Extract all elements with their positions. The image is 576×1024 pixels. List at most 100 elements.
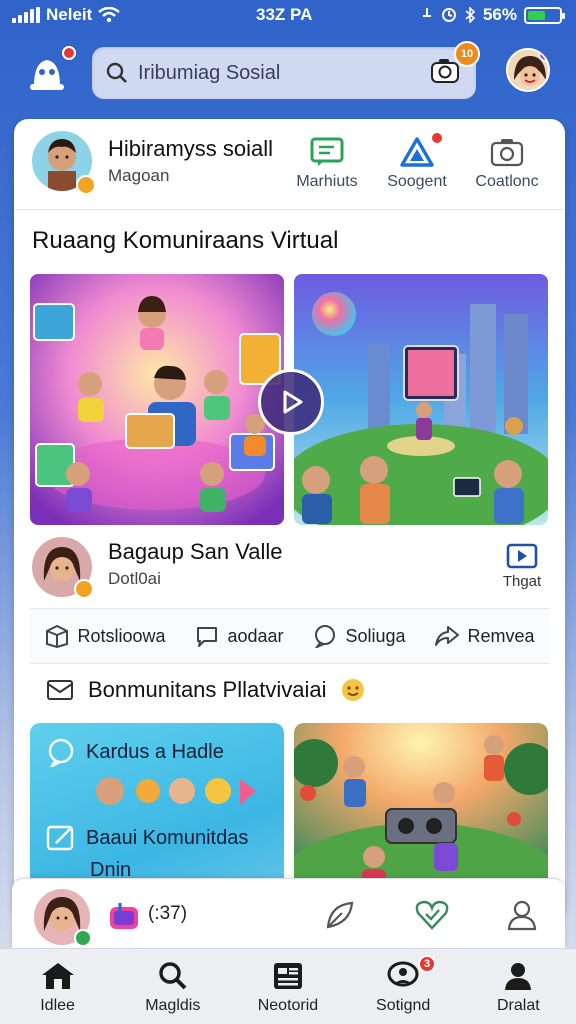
post-subtitle: Dotl0ai <box>108 569 161 588</box>
chat-bubble-icon <box>48 738 74 767</box>
nav-social-badge: 3 <box>418 955 437 973</box>
profile-avatar[interactable] <box>506 48 550 92</box>
person-icon <box>505 963 532 990</box>
mail-icon <box>47 680 73 700</box>
reaction-comment[interactable]: aodaar <box>194 624 284 648</box>
share-bubble-icon <box>315 625 336 648</box>
bluetooth-icon <box>465 7 476 23</box>
play-icon <box>283 390 303 414</box>
nav-label: Magldis <box>145 997 201 1014</box>
composer-favorite-button[interactable] <box>414 899 450 936</box>
search-bar[interactable]: Iribumiag Sosial 10 <box>92 41 480 99</box>
status-right: 56% <box>420 5 565 25</box>
home-icon <box>41 963 74 989</box>
bottom-nav: Idlee Magldis Neotorid 3 Sotignd Dralat <box>0 948 576 1024</box>
nav-label: Neotorid <box>257 997 319 1014</box>
section2-title: Bonmunitans Pllatvivaiai <box>88 677 327 702</box>
verified-badge-icon <box>76 175 96 195</box>
camera-button[interactable]: 10 <box>430 41 480 89</box>
signal-icon <box>12 7 40 23</box>
box-icon <box>46 624 69 648</box>
city-illustration <box>294 274 548 525</box>
camera-badge: 10 <box>454 41 480 67</box>
reaction-share[interactable]: Remvea <box>434 624 535 648</box>
feather-icon <box>326 901 354 929</box>
clock: 33Z PA <box>256 5 313 24</box>
tile-line-1: Kardus a Hadle <box>46 737 224 767</box>
profile-actions: Marhiuts Soogent Coatlonc <box>282 131 552 191</box>
community-image-left[interactable] <box>30 274 284 525</box>
triangle-icon <box>400 137 434 167</box>
online-indicator-icon <box>74 929 92 947</box>
battery-icon <box>524 6 565 24</box>
composer-count: (:37) <box>148 903 188 924</box>
nav-label: Sotignd <box>376 997 431 1014</box>
pencil-icon <box>46 825 74 851</box>
reaction-label: Rotslioowa <box>77 625 166 646</box>
status-left: Neleit <box>12 5 121 25</box>
post-header: Bagaup San Valle Dotl0ai Thgat <box>32 535 552 599</box>
chat-icon <box>310 137 344 166</box>
action-label: Soogent <box>387 173 447 190</box>
action-badge <box>430 131 444 145</box>
ghost-icon <box>30 60 64 90</box>
action-segment[interactable]: Soogent <box>372 131 462 191</box>
composer-profile-button[interactable] <box>506 899 538 936</box>
nav-search[interactable]: Magldis <box>118 961 228 1015</box>
battery-fill <box>528 10 545 20</box>
reaction-reply[interactable]: Soliuga <box>312 624 406 648</box>
search-icon <box>106 62 127 83</box>
notification-badge <box>62 46 76 60</box>
post-verified-icon <box>74 579 94 599</box>
post-author: Bagaup San Valle <box>108 539 283 564</box>
wifi-icon <box>98 7 121 23</box>
chat-people-icon <box>387 961 419 987</box>
avatar-badge <box>538 50 548 62</box>
reaction-like[interactable]: Rotslioowa <box>44 624 166 648</box>
reaction-label: Remvea <box>467 625 535 646</box>
nav-label: Idlee <box>40 997 75 1014</box>
search-icon <box>159 962 187 990</box>
comment-icon <box>197 627 218 647</box>
nav-social[interactable]: 3 Sotignd <box>348 955 458 1015</box>
alarm-icon <box>422 8 431 17</box>
battery-percent: 56% <box>482 5 517 24</box>
profile-name: Hibiramyss soiall <box>108 136 274 161</box>
profile-subtitle: Magoan <box>108 166 170 185</box>
play-video-button[interactable] <box>258 369 324 435</box>
notifications-button[interactable] <box>22 46 76 94</box>
feed-card: Hibiramyss soiall Magoan Marhiuts Soogen… <box>14 119 565 919</box>
tile-line-2: Baaui Komunitdas <box>46 823 248 853</box>
community-image-right[interactable] <box>294 274 548 525</box>
reaction-label: Soliuga <box>345 625 406 646</box>
search-input[interactable]: Iribumiag Sosial <box>138 62 280 85</box>
action-creation[interactable]: Coatlonc <box>462 137 552 191</box>
action-label: Coatlonc <box>475 173 539 190</box>
person-outline-icon <box>507 900 537 931</box>
emoji-icon <box>342 679 365 701</box>
top-bar: Iribumiag Sosial 10 <box>0 38 576 108</box>
divider <box>14 209 565 210</box>
post-action-label: Thgat <box>502 573 542 590</box>
reaction-label: aodaar <box>227 625 284 646</box>
tile-line-2-text: Baaui Komunitdas <box>86 826 249 849</box>
heart-check-icon <box>415 900 449 930</box>
friends-emoji-row <box>96 777 256 805</box>
composer-reply-button[interactable] <box>322 899 356 936</box>
post-action-button[interactable]: Thgat <box>492 543 552 590</box>
profile-header: Hibiramyss soiall Magoan Marhiuts Soogen… <box>32 131 552 211</box>
forward-icon <box>435 626 460 646</box>
nav-home[interactable]: Idlee <box>3 961 113 1015</box>
composer-bar: (:37) <box>12 878 565 948</box>
carrier-label: Neleit <box>46 5 93 24</box>
live-video-button[interactable] <box>108 901 140 936</box>
nav-profile[interactable]: Dralat <box>463 961 573 1015</box>
tile-line-1-text: Kardus a Hadle <box>86 740 224 763</box>
nav-news[interactable]: Neotorid <box>233 961 343 1015</box>
status-bar: Neleit 33Z PA 56% <box>0 0 576 30</box>
community-illustration <box>30 274 284 525</box>
action-messages[interactable]: Marhiuts <box>282 137 372 191</box>
section-title: Ruaang Komuniraans Virtual <box>32 227 339 254</box>
live-video-icon <box>110 903 138 929</box>
nav-label: Dralat <box>497 997 540 1014</box>
